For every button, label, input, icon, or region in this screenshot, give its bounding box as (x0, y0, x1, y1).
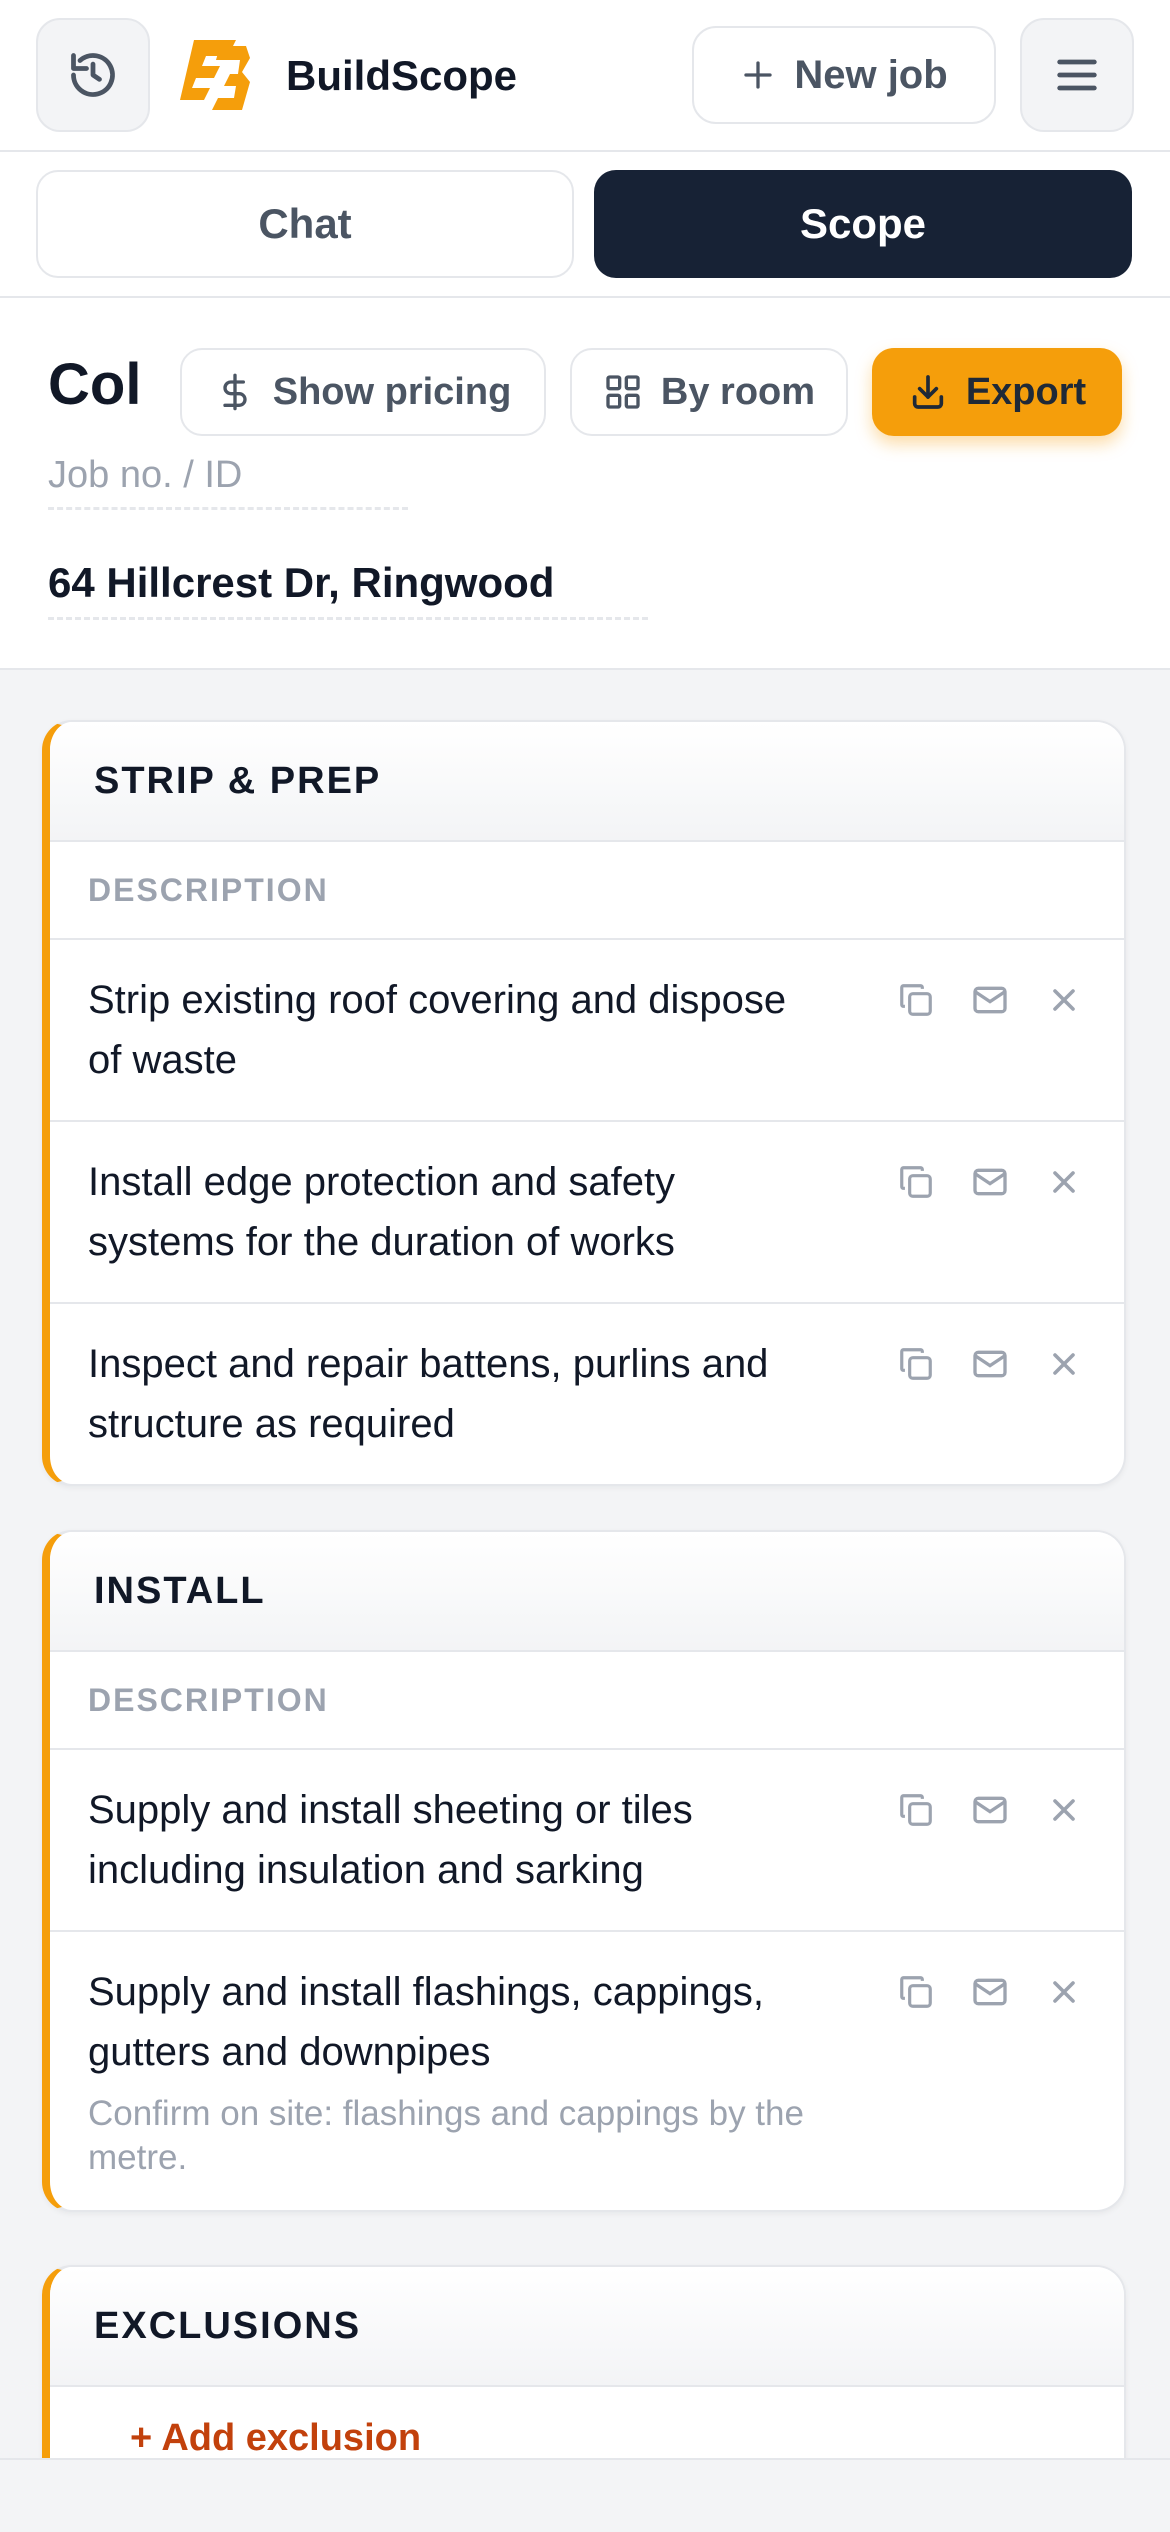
mail-icon (973, 986, 1007, 1014)
history-icon (71, 53, 115, 97)
scope-header: Col Show pricing By room Export Job no. … (0, 298, 1170, 670)
grid-icon (606, 375, 640, 409)
tab-chat[interactable]: Chat (36, 170, 574, 278)
address-field[interactable]: 64 Hillcrest Dr, Ringwood (48, 556, 648, 620)
scope-item-text[interactable]: Strip existing roof covering and dispose… (88, 970, 808, 1090)
copy-button[interactable] (896, 1344, 936, 1384)
scope-item-row: Install edge protection and safety syste… (50, 1122, 1124, 1304)
mail-icon (973, 1168, 1007, 1196)
bottom-bar (0, 2458, 1170, 2532)
close-icon (1053, 1981, 1075, 2003)
export-label: Export (965, 370, 1087, 413)
copy-icon (900, 1794, 932, 1826)
by-room-button[interactable]: By room (570, 348, 848, 436)
remove-button[interactable] (1044, 1972, 1084, 2012)
close-icon (1053, 989, 1075, 1011)
new-job-label: New job (794, 52, 948, 97)
row-actions (896, 1972, 1084, 2012)
scope-item-row: Strip existing roof covering and dispose… (50, 940, 1124, 1122)
remove-button[interactable] (1044, 980, 1084, 1020)
download-icon (912, 375, 943, 409)
email-button[interactable] (970, 1344, 1010, 1384)
email-button[interactable] (970, 980, 1010, 1020)
by-room-label: By room (660, 370, 816, 413)
section-title[interactable]: EXCLUSIONS (50, 2267, 1124, 2387)
top-bar: BuildScope New job (0, 0, 1170, 152)
row-actions (896, 1344, 1084, 1384)
row-actions (896, 1162, 1084, 1202)
job-title[interactable]: Col (48, 350, 141, 420)
plus-icon (744, 61, 772, 89)
dollar-icon (223, 373, 247, 411)
remove-button[interactable] (1044, 1790, 1084, 1830)
scope-item-text[interactable]: Supply and install flashings, cappings, … (88, 1962, 808, 2082)
scope-item-note: Confirm on site: flashings and cappings … (88, 2094, 804, 2177)
menu-button[interactable] (1020, 18, 1134, 132)
copy-button[interactable] (896, 980, 936, 1020)
email-button[interactable] (970, 1162, 1010, 1202)
column-header: DESCRIPTION (50, 1652, 1124, 1750)
hamburger-menu-icon (1057, 59, 1097, 91)
view-tabs: Chat Scope (0, 152, 1170, 298)
copy-button[interactable] (896, 1972, 936, 2012)
add-exclusion-button[interactable]: + Add exclusion (50, 2387, 1124, 2460)
buildscope-logo-icon (180, 40, 250, 110)
copy-icon (900, 984, 932, 1016)
section-card: INSTALL DESCRIPTION Supply and install s… (42, 1530, 1126, 2212)
email-button[interactable] (970, 1972, 1010, 2012)
copy-icon (900, 1976, 932, 2008)
scope-item-row: Supply and install sheeting or tiles inc… (50, 1750, 1124, 1932)
mail-icon (973, 1350, 1007, 1378)
job-number-field[interactable]: Job no. / ID (48, 450, 408, 510)
mail-icon (973, 1978, 1007, 2006)
copy-icon (900, 1166, 932, 1198)
section-title[interactable]: STRIP & PREP (50, 722, 1124, 842)
column-header: DESCRIPTION (50, 842, 1124, 940)
show-pricing-label: Show pricing (272, 370, 512, 413)
copy-button[interactable] (896, 1790, 936, 1830)
mail-icon (973, 1796, 1007, 1824)
scope-item-row: Supply and install flashings, cappings, … (50, 1932, 1124, 2210)
brand-name: BuildScope (286, 52, 518, 99)
show-pricing-button[interactable]: Show pricing (180, 348, 546, 436)
close-icon (1053, 1799, 1075, 1821)
copy-icon (900, 1348, 932, 1380)
new-job-button[interactable]: New job (692, 26, 996, 124)
section-title[interactable]: INSTALL (50, 1532, 1124, 1652)
export-button[interactable]: Export (872, 348, 1122, 436)
section-card: STRIP & PREP DESCRIPTION Strip existing … (42, 720, 1126, 1486)
scope-item-text[interactable]: Supply and install sheeting or tiles inc… (88, 1780, 808, 1900)
scope-item-text[interactable]: Install edge protection and safety syste… (88, 1152, 808, 1272)
close-icon (1053, 1353, 1075, 1375)
scope-item-row: Inspect and repair battens, purlins and … (50, 1304, 1124, 1484)
remove-button[interactable] (1044, 1344, 1084, 1384)
remove-button[interactable] (1044, 1162, 1084, 1202)
tab-scope[interactable]: Scope (594, 170, 1132, 278)
row-actions (896, 1790, 1084, 1830)
row-actions (896, 980, 1084, 1020)
scope-item-text[interactable]: Inspect and repair battens, purlins and … (88, 1334, 808, 1454)
copy-button[interactable] (896, 1162, 936, 1202)
email-button[interactable] (970, 1790, 1010, 1830)
close-icon (1053, 1171, 1075, 1193)
history-button[interactable] (36, 18, 150, 132)
